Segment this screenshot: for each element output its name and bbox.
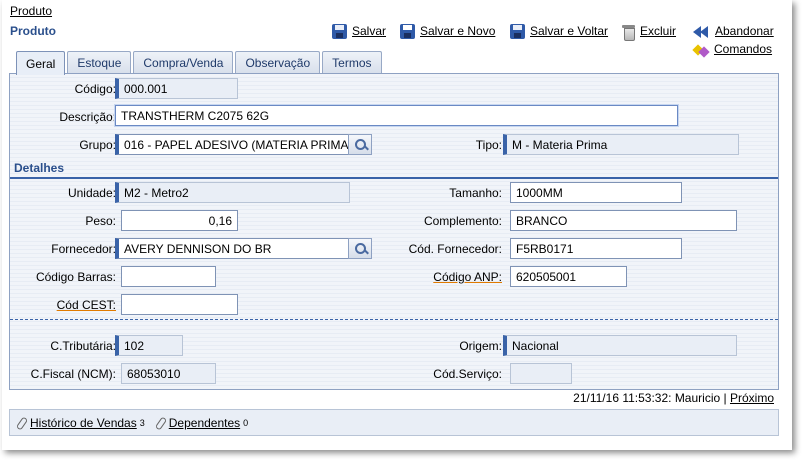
- origem-field: Nacional: [503, 335, 737, 356]
- tab-observacao[interactable]: Observação: [235, 51, 321, 74]
- commands-button[interactable]: Comandos: [694, 40, 772, 58]
- cod-servico-field: [510, 363, 572, 384]
- abandon-button[interactable]: Abandonar: [692, 22, 774, 40]
- save-button[interactable]: Salvar: [332, 22, 386, 40]
- save-and-return-button[interactable]: Salvar e Voltar: [510, 22, 608, 40]
- tipo-label: Tipo:: [475, 138, 502, 152]
- c-fiscal-field: 68053010: [121, 363, 216, 384]
- fornecedor-label: Fornecedor:: [51, 242, 116, 256]
- sales-history-count: 3: [139, 417, 145, 428]
- section-divider-dotted: [10, 319, 778, 320]
- tab-bar: Geral Estoque Compra/Venda Observação Te…: [16, 51, 382, 75]
- related-links-bar: Histórico de Vendas 3 Dependentes 0: [9, 409, 779, 436]
- c-tributaria-label: C.Tributária:: [50, 339, 116, 353]
- link-icon: [16, 417, 27, 429]
- descricao-input[interactable]: TRANSTHERM C2075 62G: [115, 105, 678, 126]
- sales-history-link[interactable]: Histórico de Vendas 3: [16, 416, 145, 430]
- c-fiscal-label: C.Fiscal (NCM):: [30, 367, 116, 381]
- toolbar: Salvar Salvar e Novo Salvar e Voltar Exc…: [332, 22, 776, 56]
- save-new-icon: [400, 23, 415, 39]
- codigo-label: Código:: [74, 82, 116, 96]
- save-icon: [332, 23, 347, 39]
- rewind-icon: [692, 24, 710, 39]
- codigo-field: 000.001: [115, 78, 238, 99]
- codigo-barras-label: Código Barras:: [35, 270, 116, 284]
- tab-geral[interactable]: Geral: [16, 51, 66, 75]
- unidade-field: M2 - Metro2: [115, 182, 350, 203]
- grupo-label: Grupo:: [79, 138, 116, 152]
- complemento-input[interactable]: BRANCO: [510, 210, 737, 231]
- codigo-barras-input[interactable]: [121, 266, 216, 287]
- cod-fornecedor-input[interactable]: F5RB0171: [510, 238, 682, 259]
- c-tributaria-field: 102: [115, 335, 183, 356]
- peso-input[interactable]: 0,16: [121, 210, 238, 231]
- tab-termos[interactable]: Termos: [322, 51, 382, 74]
- tipo-field: M - Materia Prima: [503, 134, 739, 155]
- cod-cest-label: Cód CEST:: [56, 298, 116, 312]
- save-return-icon: [510, 23, 525, 39]
- cod-cest-input[interactable]: [121, 294, 238, 315]
- cod-servico-label: Cód.Serviço:: [433, 367, 502, 381]
- status-separator: |: [723, 391, 727, 405]
- window-frame: Produto Produto Salvar Salvar e Novo Sal…: [2, 0, 792, 450]
- fornecedor-input[interactable]: AVERY DENNISON DO BR: [115, 238, 349, 259]
- grupo-input[interactable]: 016 - PAPEL ADESIVO (MATERIA PRIMA): [115, 134, 349, 155]
- codigo-anp-label: Código ANP:: [433, 270, 502, 284]
- cod-fornecedor-label: Cód. Fornecedor:: [408, 242, 502, 256]
- last-update-text: 21/11/16 11:53:32: Mauricio: [573, 391, 721, 405]
- codigo-anp-input[interactable]: 620505001: [510, 266, 627, 287]
- status-line: 21/11/16 11:53:32: Mauricio | Próximo: [573, 391, 774, 405]
- section-divider: [10, 177, 778, 179]
- tab-compra-venda[interactable]: Compra/Venda: [133, 51, 234, 74]
- tamanho-input[interactable]: 1000MM: [510, 182, 682, 203]
- trash-icon: [622, 24, 635, 41]
- fornecedor-search-button[interactable]: [348, 238, 372, 259]
- tab-estoque[interactable]: Estoque: [67, 51, 132, 74]
- save-and-new-button[interactable]: Salvar e Novo: [400, 22, 495, 40]
- form-panel: Código: 000.001 Descrição: TRANSTHERM C2…: [9, 73, 779, 390]
- grupo-search-button[interactable]: [348, 134, 372, 155]
- breadcrumb[interactable]: Produto: [10, 4, 52, 18]
- next-link[interactable]: Próximo: [730, 391, 774, 405]
- commands-icon: [694, 42, 709, 57]
- peso-label: Peso:: [85, 214, 116, 228]
- page-title: Produto: [10, 24, 56, 38]
- unidade-label: Unidade:: [67, 186, 116, 200]
- link-icon: [155, 417, 166, 429]
- tamanho-label: Tamanho:: [449, 186, 502, 200]
- complemento-label: Complemento:: [423, 214, 502, 228]
- section-detalhes: Detalhes: [14, 161, 65, 175]
- descricao-label: Descrição:: [59, 110, 116, 124]
- origem-label: Origem:: [459, 339, 502, 353]
- dependents-link[interactable]: Dependentes 0: [155, 416, 248, 430]
- delete-button[interactable]: Excluir: [622, 22, 676, 41]
- dependents-count: 0: [243, 417, 249, 428]
